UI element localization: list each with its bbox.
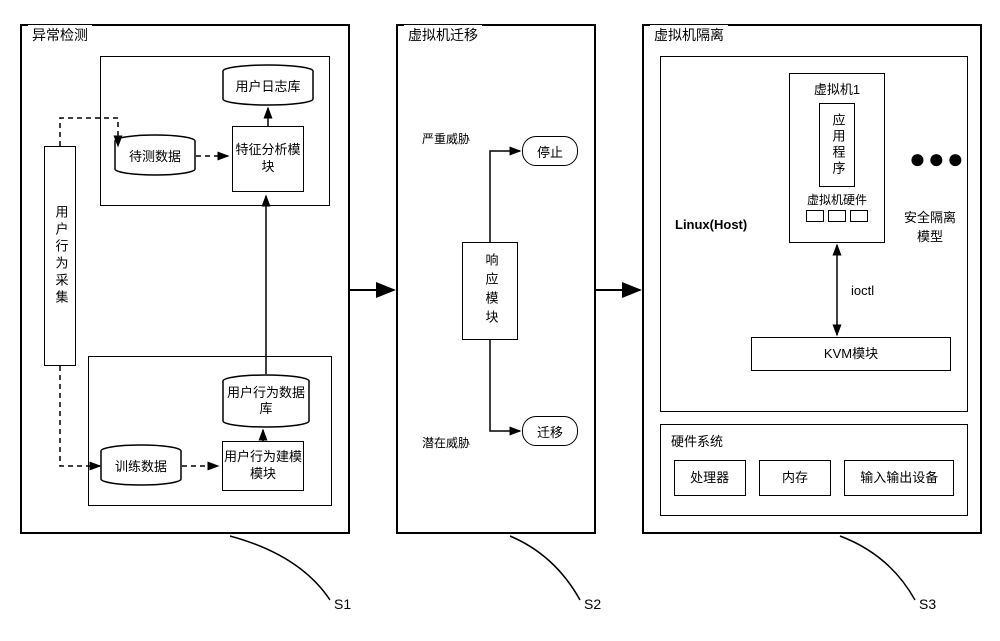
panel-vm-migration: 虚拟机迁移 响应模块 停止 迁移 严重威胁 潜在威胁 [396, 24, 596, 534]
box-app: 应用程序 [819, 103, 855, 187]
label-app: 应用程序 [829, 113, 846, 177]
hw-container: 硬件系统 处理器 内存 输入输出设备 [660, 424, 968, 516]
label-severe: 严重威胁 [422, 130, 470, 147]
group-bottom [88, 356, 332, 506]
label-pending: 待测数据 [129, 146, 181, 165]
label-stop: 停止 [537, 142, 563, 161]
box-io: 输入输出设备 [844, 460, 954, 496]
hw-title: 硬件系统 [671, 431, 967, 450]
pill-stop: 停止 [522, 136, 578, 166]
host-container: Linux(Host) 虚拟机1 应用程序 虚拟机硬件 ●●● 安全隔离模型 i… [660, 56, 968, 412]
box-response: 响应模块 [462, 242, 518, 340]
box-user-behavior-collect: 用户行为采集 [44, 146, 76, 366]
s3-label: S3 [919, 596, 936, 612]
linux-label: Linux(Host) [675, 217, 747, 232]
pill-migrate: 迁移 [522, 416, 578, 446]
label-training: 训练数据 [115, 456, 167, 475]
ioctl-label: ioctl [851, 283, 874, 298]
box-kvm: KVM模块 [751, 337, 951, 371]
label-potential: 潜在威胁 [422, 434, 470, 451]
label-loglib: 用户日志库 [235, 76, 300, 95]
s2-label: S2 [584, 596, 601, 612]
s1-label: S1 [334, 596, 351, 612]
panel-anomaly-detection: 异常检测 用户行为采集 待测数据 特征分析模块 用户日志库 训练数据 用户行为建… [20, 24, 350, 534]
vm1-title: 虚拟机1 [794, 82, 880, 99]
label-behaviordb: 用户行为数据库 [222, 385, 310, 416]
panel2-title: 虚拟机迁移 [404, 25, 482, 45]
label-migrate: 迁移 [537, 422, 563, 441]
label-collect: 用户行为采集 [52, 205, 69, 307]
isolation-label: 安全隔离模型 [899, 207, 961, 245]
panel1-title: 异常检测 [28, 25, 92, 45]
label-response: 响应模块 [482, 253, 499, 329]
panel-vm-isolation: 虚拟机隔离 Linux(Host) 虚拟机1 应用程序 虚拟机硬件 ●●● 安全… [642, 24, 982, 534]
box-vm1: 虚拟机1 应用程序 虚拟机硬件 [789, 73, 885, 243]
dots-icon: ●●● [909, 143, 966, 175]
vhw-slots [794, 210, 880, 227]
label-kvm: KVM模块 [824, 346, 878, 363]
vhw-label: 虚拟机硬件 [794, 193, 880, 209]
box-mem: 内存 [759, 460, 831, 496]
panel3-title: 虚拟机隔离 [650, 25, 728, 45]
box-cpu: 处理器 [674, 460, 746, 496]
